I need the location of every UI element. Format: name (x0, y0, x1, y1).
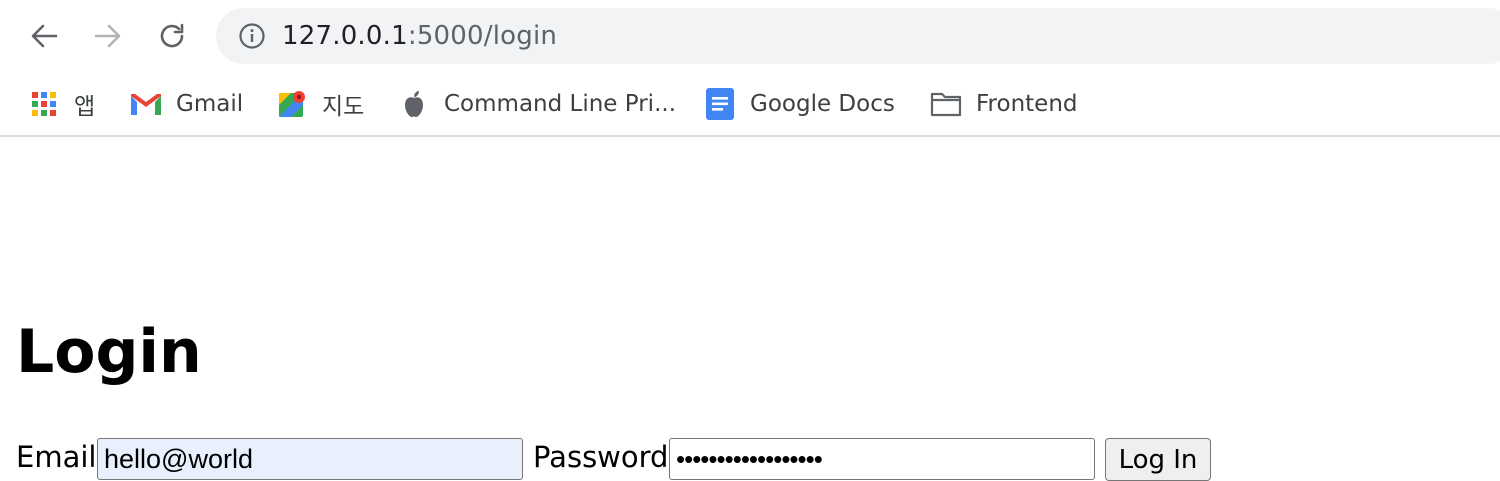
bookmarks-bar: 앱 Gmail 지도 Command Line Pri... Google Do… (0, 72, 1500, 134)
forward-button[interactable] (86, 14, 130, 58)
bookmark-command-line[interactable]: Command Line Pri... (398, 84, 676, 124)
login-button[interactable]: Log In (1105, 438, 1211, 481)
page-title: Login (16, 317, 202, 387)
bookmark-frontend-folder[interactable]: Frontend (930, 84, 1078, 124)
arrow-left-icon (31, 24, 58, 48)
docs-icon (704, 88, 736, 120)
browser-chrome: 127.0.0.1:5000/login 앱 Gmail 지도 Command … (0, 0, 1500, 137)
site-info-icon[interactable] (236, 20, 268, 52)
bookmark-google-docs[interactable]: Google Docs (704, 84, 895, 124)
gmail-icon (130, 88, 162, 120)
folder-icon (930, 88, 962, 120)
reload-button[interactable] (150, 14, 194, 58)
apps-grid-icon (28, 88, 60, 120)
bookmark-gmail[interactable]: Gmail (130, 84, 243, 124)
address-bar[interactable]: 127.0.0.1:5000/login (216, 8, 1500, 64)
bookmark-label: Command Line Pri... (444, 91, 677, 117)
maps-icon (276, 88, 308, 120)
bookmark-label: Google Docs (750, 91, 895, 117)
url-text[interactable]: 127.0.0.1:5000/login (282, 21, 557, 51)
bookmark-maps[interactable]: 지도 (276, 84, 364, 124)
arrow-right-icon (94, 24, 121, 48)
bookmark-label: Frontend (976, 91, 1078, 117)
password-label: Password (533, 440, 669, 474)
bookmark-label: Gmail (176, 91, 244, 117)
apple-icon (398, 88, 430, 120)
bookmark-apps[interactable]: 앱 (28, 84, 95, 124)
password-field[interactable]: •••••••••••••••••• (669, 438, 1095, 480)
email-field[interactable]: hello@world (97, 438, 523, 480)
bookmark-label: 앱 (74, 94, 96, 120)
url-host: 127.0.0.1 (282, 21, 408, 51)
back-button[interactable] (22, 14, 66, 58)
url-path: :5000/login (407, 21, 558, 51)
email-label: Email (16, 440, 97, 474)
bookmark-label: 지도 (322, 94, 365, 120)
browser-toolbar: 127.0.0.1:5000/login (0, 0, 1500, 72)
reload-icon (160, 23, 184, 48)
